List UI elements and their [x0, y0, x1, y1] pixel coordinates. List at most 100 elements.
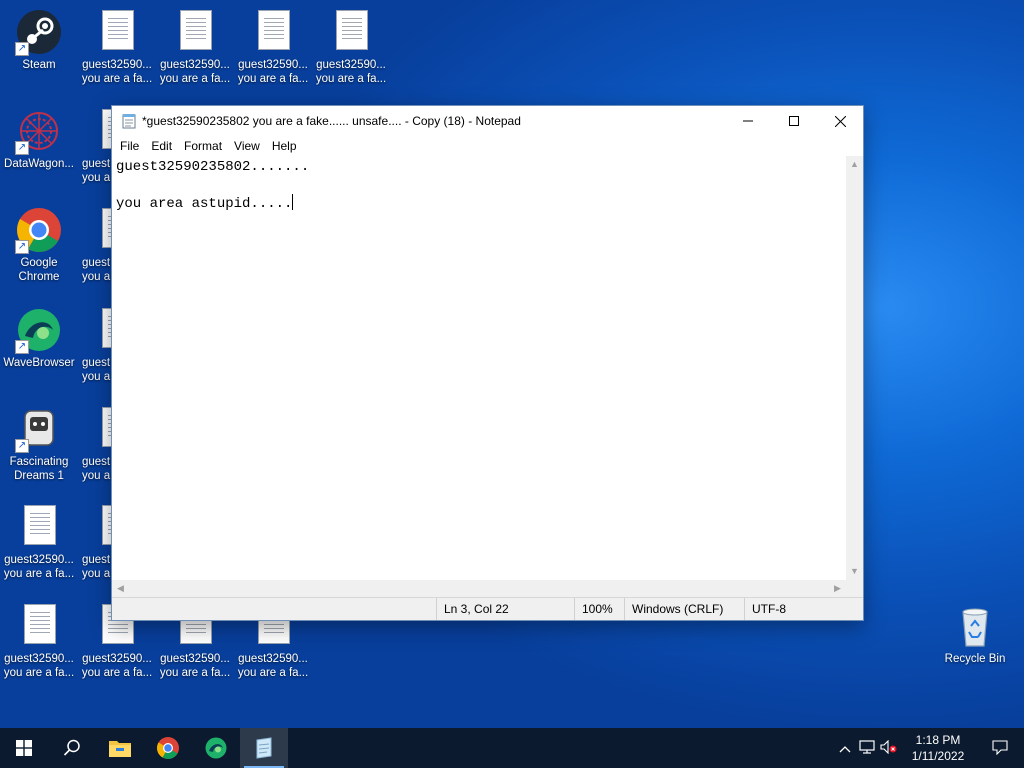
search-button[interactable] [48, 728, 96, 768]
icon-label: guest32590... [316, 59, 386, 71]
icon-label: you are a fa... [81, 73, 153, 85]
system-clock[interactable]: 1:18 PM 1/11/2022 [900, 732, 976, 764]
menu-view[interactable]: View [228, 139, 266, 153]
notifications-icon[interactable] [976, 739, 1024, 758]
wavebrowser-icon: ↗ [15, 306, 63, 354]
desktop-icon-google-chrome[interactable]: ↗ Google Chrome [1, 206, 77, 284]
icon-label: guest32590... [82, 59, 152, 71]
menu-edit[interactable]: Edit [145, 139, 178, 153]
window-title: *guest32590235802 you are a fake...... u… [142, 114, 521, 128]
icon-label: you are a fa... [3, 667, 75, 679]
minimize-button[interactable] [725, 106, 771, 136]
taskbar: 1:18 PM 1/11/2022 [0, 728, 1024, 768]
volume-muted-icon[interactable] [878, 739, 900, 757]
wavebrowser-icon [205, 737, 227, 759]
text-document-icon [15, 503, 63, 551]
status-bar: Ln 3, Col 22 100% Windows (CRLF) UTF-8 [112, 597, 863, 620]
minimize-icon [743, 120, 753, 122]
scrollbar-corner [846, 580, 863, 597]
desktop-icon-text-file[interactable]: guest32590... you are a fa... [235, 8, 311, 86]
close-button[interactable] [817, 106, 863, 136]
icon-label: you are a fa... [237, 73, 309, 85]
desktop-icon-wavebrowser[interactable]: ↗ WaveBrowser [1, 306, 77, 370]
desktop-icon-fascinating-dreams[interactable]: ↗ Fascinating Dreams 1 [1, 405, 77, 483]
desktop-icon-text-file[interactable]: guest32590... you are a fa... [1, 503, 77, 581]
icon-label: Chrome [18, 271, 60, 283]
icon-label: guest32590... [160, 653, 230, 665]
editor-line-3-text: you area astupid..... [116, 196, 293, 212]
notepad-icon [121, 113, 137, 129]
shortcut-arrow-icon: ↗ [15, 42, 29, 56]
menu-bar: File Edit Format View Help [112, 136, 863, 156]
text-document-icon [93, 8, 141, 56]
shortcut-arrow-icon: ↗ [15, 340, 29, 354]
icon-label: Fascinating [9, 456, 69, 468]
system-tray: 1:18 PM 1/11/2022 [834, 728, 1024, 768]
network-icon[interactable] [856, 739, 878, 757]
status-line-ending: Windows (CRLF) [624, 598, 744, 620]
recycle-bin-icon [951, 602, 999, 650]
maximize-button[interactable] [771, 106, 817, 136]
desktop-icon-recycle-bin[interactable]: Recycle Bin [937, 602, 1013, 666]
icon-label: you are a fa... [81, 667, 153, 679]
start-button[interactable] [0, 728, 48, 768]
notepad-icon [256, 737, 272, 759]
icon-label: guest32590... [238, 653, 308, 665]
icon-label: DataWagon... [4, 158, 74, 170]
clock-time: 1:18 PM [915, 733, 961, 747]
maximize-icon [789, 116, 799, 126]
icon-label: guest32590... [4, 653, 74, 665]
desktop-icon-text-file[interactable]: guest32590... you are a fa... [1, 602, 77, 680]
title-bar[interactable]: *guest32590235802 you are a fake...... u… [112, 106, 863, 136]
icon-label: guest32590... [82, 653, 152, 665]
chrome-icon [157, 737, 179, 759]
icon-label: WaveBrowser [3, 357, 75, 369]
windows-logo-icon [16, 740, 32, 756]
menu-file[interactable]: File [114, 139, 145, 153]
search-icon [63, 739, 80, 756]
icon-label: you are a fa... [315, 73, 387, 85]
desktop-icon-steam[interactable]: ↗ Steam [1, 8, 77, 72]
text-document-icon [249, 8, 297, 56]
chrome-icon: ↗ [15, 206, 63, 254]
menu-help[interactable]: Help [266, 139, 303, 153]
editor-line-3: you area astupid..... [116, 194, 842, 213]
text-document-icon [327, 8, 375, 56]
icon-label: Recycle Bin [944, 653, 1006, 665]
status-zoom: 100% [574, 598, 624, 620]
icon-label: you are a fa... [159, 667, 231, 679]
editor-line-1: guest32590235802....... [116, 159, 310, 175]
scroll-right-arrow-icon[interactable]: ▶ [829, 580, 846, 597]
scroll-up-arrow-icon[interactable]: ▲ [846, 156, 863, 173]
taskbar-notepad[interactable] [240, 728, 288, 768]
scroll-left-arrow-icon[interactable]: ◀ [112, 580, 129, 597]
icon-label: guest32590... [160, 59, 230, 71]
taskbar-chrome[interactable] [144, 728, 192, 768]
vertical-scrollbar[interactable]: ▲ ▼ [846, 156, 863, 580]
desktop-icon-datawagon[interactable]: ↗ DataWagon... [1, 107, 77, 171]
icon-label: guest32590... [4, 554, 74, 566]
horizontal-scrollbar[interactable]: ◀ ▶ [112, 580, 846, 597]
shortcut-arrow-icon: ↗ [15, 240, 29, 254]
icon-label: Google [20, 257, 58, 269]
desktop-icon-text-file[interactable]: guest32590... you are a fa... [313, 8, 389, 86]
text-document-icon [171, 8, 219, 56]
status-cursor-position: Ln 3, Col 22 [436, 598, 574, 620]
status-encoding: UTF-8 [744, 598, 864, 620]
notepad-window[interactable]: *guest32590235802 you are a fake...... u… [111, 105, 864, 621]
folder-icon [109, 741, 131, 757]
scroll-down-arrow-icon[interactable]: ▼ [846, 563, 863, 580]
icon-label: Dreams 1 [14, 470, 64, 482]
text-caret [292, 194, 294, 210]
desktop-icon-text-file[interactable]: guest32590... you are a fa... [157, 8, 233, 86]
shortcut-arrow-icon: ↗ [15, 439, 29, 453]
text-editor-area[interactable]: guest32590235802.......​ you area astupid… [112, 156, 846, 580]
icon-label: you are a fa... [237, 667, 309, 679]
taskbar-file-explorer[interactable] [96, 728, 144, 768]
show-hidden-icons-chevron-up-icon[interactable] [834, 741, 856, 756]
taskbar-wavebrowser[interactable] [192, 728, 240, 768]
datawagon-icon: ↗ [15, 107, 63, 155]
menu-format[interactable]: Format [178, 139, 228, 153]
desktop-icon-text-file[interactable]: guest32590... you are a fa... [79, 8, 155, 86]
icon-label: you are a fa... [3, 568, 75, 580]
